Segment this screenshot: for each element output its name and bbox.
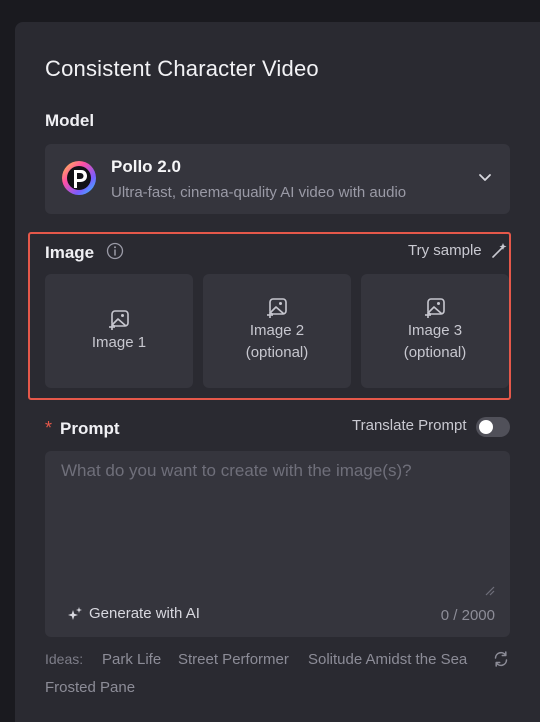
required-marker: * [45, 418, 53, 438]
idea-chip[interactable]: Street Performer [178, 651, 289, 668]
image-3-label: Image 3 [407, 322, 463, 339]
image-add-icon [425, 298, 445, 318]
model-label: Model [45, 111, 95, 130]
info-icon[interactable] [106, 242, 124, 260]
page-title: Consistent Character Video [45, 56, 319, 81]
character-counter: 0 / 2000 [440, 607, 495, 624]
try-sample-link[interactable]: Try sample [408, 242, 482, 259]
image-label: Image [45, 243, 95, 262]
image-3-upload[interactable]: Image 3 (optional) [361, 274, 509, 388]
image-2-upload[interactable]: Image 2 (optional) [203, 274, 351, 388]
sparkle-icon [68, 606, 82, 620]
image-1-label: Image 1 [91, 334, 147, 351]
model-dropdown[interactable]: Pollo 2.0 Ultra-fast, cinema-quality AI … [45, 144, 510, 214]
idea-chip[interactable]: Park Life [102, 651, 161, 668]
model-description: Ultra-fast, cinema-quality AI video with… [111, 184, 407, 201]
translate-prompt-label: Translate Prompt [352, 417, 467, 434]
resize-handle-icon[interactable] [483, 584, 495, 596]
translate-prompt-toggle[interactable] [476, 417, 510, 437]
pollo-logo-icon [62, 161, 96, 195]
image-1-upload[interactable]: Image 1 [45, 274, 193, 388]
image-3-optional: (optional) [403, 344, 467, 361]
prompt-container: Generate with AI 0 / 2000 [45, 451, 510, 637]
image-add-icon [267, 298, 287, 318]
generate-with-ai-button[interactable]: Generate with AI [67, 605, 200, 622]
ideas-label: Ideas: [45, 651, 84, 667]
idea-chip[interactable]: Solitude Amidst the Sea [308, 651, 467, 668]
generate-with-ai-label: Generate with AI [89, 605, 200, 622]
idea-chip[interactable]: Frosted Pane [45, 679, 135, 696]
chevron-down-icon [479, 174, 491, 181]
magic-wand-icon[interactable] [490, 242, 508, 260]
prompt-input[interactable] [59, 459, 493, 583]
toggle-knob [479, 420, 493, 434]
prompt-label: Prompt [60, 419, 120, 438]
image-2-label: Image 2 [249, 322, 305, 339]
model-name: Pollo 2.0 [111, 157, 181, 176]
image-2-optional: (optional) [245, 344, 309, 361]
image-add-icon [109, 310, 129, 330]
refresh-icon[interactable] [492, 650, 510, 668]
